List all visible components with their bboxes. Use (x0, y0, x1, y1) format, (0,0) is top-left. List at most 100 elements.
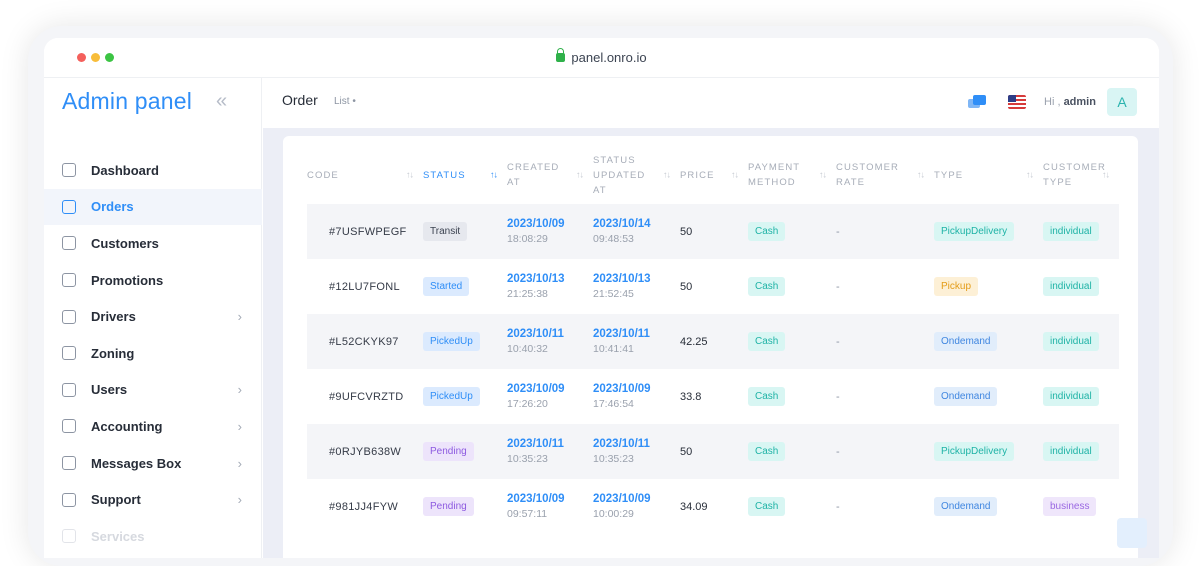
status-cell: Pending (423, 479, 507, 534)
customer-rate-cell: - (836, 390, 840, 403)
sidebar: Admin panel « Dashboard Orders Customers Pr… (44, 78, 262, 558)
sidebar-item-label: Promotions (91, 272, 164, 288)
help-button[interactable] (1117, 518, 1147, 548)
sort-icon[interactable]: ↑↓ (917, 168, 925, 183)
column-header-8[interactable]: CUSTOMER TYPE ↑↓ (1043, 146, 1119, 204)
sort-icon[interactable]: ↑↓ (406, 168, 414, 183)
table-row[interactable]: #L52CKYK97 PickedUp 2023/10/11 10:40:32 2023… (307, 314, 1119, 369)
page-title: Order (282, 92, 318, 108)
support-icon (62, 492, 76, 507)
status-updated-at-date: 2023/10/14 (593, 218, 651, 230)
column-header-2[interactable]: CREATED AT ↑↓ (507, 146, 593, 204)
sidebar-item-customers[interactable]: Customers (44, 225, 262, 262)
sidebar-item-support[interactable]: Support › (44, 481, 262, 518)
greeting-prefix: Hi , (1044, 96, 1061, 108)
order-code[interactable]: #981JJ4FYW (307, 479, 423, 534)
status-updated-at-date: 2023/10/11 (593, 438, 650, 450)
home-icon (62, 163, 76, 178)
status-updated-at-time: 10:41:41 (593, 343, 634, 355)
sidebar-item-users[interactable]: Users › (44, 372, 262, 409)
created-at-date: 2023/10/09 (507, 493, 565, 505)
sidebar-item-drivers[interactable]: Drivers › (44, 298, 262, 335)
created-at-date: 2023/10/13 (507, 273, 565, 285)
sidebar-item-orders[interactable]: Orders (44, 188, 262, 226)
sidebar-item-dashboard[interactable]: Dashboard (44, 152, 262, 189)
type-cell: Pickup (934, 259, 1043, 314)
sidebar-item-accounting[interactable]: Accounting › (44, 408, 262, 445)
status-badge: Transit (423, 222, 468, 241)
column-header-0[interactable]: CODE ↑↓ (307, 146, 423, 204)
users-icon (62, 382, 76, 397)
column-header-1[interactable]: STATUS ↑↓ (423, 146, 507, 204)
sort-icon[interactable]: ↑↓ (1026, 168, 1034, 183)
column-header-7[interactable]: TYPE ↑↓ (934, 146, 1043, 204)
type-badge: Ondemand (934, 332, 998, 351)
type-badge: PickupDelivery (934, 222, 1015, 241)
sort-icon[interactable]: ↑↓ (490, 168, 498, 183)
sort-icon[interactable]: ↑↓ (731, 168, 739, 183)
order-code[interactable]: #0RJYB638W (307, 424, 423, 479)
customer-type-badge: individual (1043, 332, 1099, 351)
table-row[interactable]: #12LU7FONL Started 2023/10/13 21:25:38 2023/… (307, 259, 1119, 314)
table-row[interactable]: #9UFCVRZTD PickedUp 2023/10/09 17:26:20 2023… (307, 369, 1119, 424)
customer-type-badge: individual (1043, 387, 1099, 406)
type-cell: Ondemand (934, 369, 1043, 424)
customer-rate-cell: - (836, 314, 934, 369)
status-updated-at-cell: 2023/10/11 10:41:41 (593, 314, 680, 369)
sort-icon[interactable]: ↑↓ (819, 168, 827, 183)
created-at-time: 18:08:29 (507, 233, 548, 245)
column-header-5[interactable]: PAYMENT METHOD ↑↓ (748, 146, 836, 204)
sidebar-item-label: Customers (91, 235, 159, 251)
price-cell: 50 (680, 424, 748, 479)
sidebar-item-zoning[interactable]: Zoning (44, 335, 262, 372)
sidebar-item-label: Orders (91, 199, 134, 215)
column-header-3[interactable]: STATUS UPDATED AT ↑↓ (593, 146, 680, 204)
sort-icon[interactable]: ↑↓ (1102, 168, 1110, 183)
table-row[interactable]: #7USFWPEGF Transit 2023/10/09 18:08:29 2023/… (307, 204, 1119, 259)
created-at-time: 17:26:20 (507, 398, 548, 410)
sort-icon[interactable]: ↑↓ (576, 168, 584, 183)
chat-icon[interactable] (968, 95, 986, 109)
type-badge: Ondemand (934, 387, 998, 406)
accounting-icon (62, 419, 76, 434)
status-cell: PickedUp (423, 314, 507, 369)
sidebar-item-services[interactable]: Services (44, 518, 262, 555)
customer-type-cell: individual (1043, 424, 1119, 479)
column-header-6[interactable]: CUSTOMER RATE ↑↓ (836, 146, 934, 204)
order-code[interactable]: #12LU7FONL (307, 259, 423, 314)
us-flag-icon[interactable] (1008, 95, 1026, 109)
created-at-time: 21:25:38 (507, 288, 548, 300)
order-code[interactable]: #7USFWPEGF (307, 204, 423, 259)
created-at-time: 09:57:11 (507, 508, 548, 520)
collapse-sidebar-icon[interactable]: « (216, 90, 227, 113)
created-at-date: 2023/10/11 (507, 438, 564, 450)
payment-method-badge: Cash (748, 387, 786, 406)
address-bar[interactable]: panel.onro.io (44, 48, 1159, 65)
view-selector[interactable]: List • (334, 96, 356, 107)
customer-type-cell: individual (1043, 314, 1119, 369)
sidebar-item-messages-box[interactable]: Messages Box › (44, 445, 262, 482)
browser-titlebar: panel.onro.io (44, 38, 1159, 78)
customer-type-badge: business (1043, 497, 1097, 516)
orders-card: CODE ↑↓ STATUS ↑↓ CREATED AT ↑↓ STATUS UPDATED AT… (283, 136, 1138, 558)
column-header-text: STATUS (593, 154, 636, 166)
customers-icon (62, 236, 76, 251)
created-at-date: 2023/10/09 (507, 218, 565, 230)
created-at-cell: 2023/10/09 18:08:29 (507, 204, 593, 259)
status-updated-at-time: 10:00:29 (593, 508, 634, 520)
payment-method-cell: Cash (748, 259, 836, 314)
services-icon (62, 529, 76, 544)
payment-method-badge: Cash (748, 442, 786, 461)
table-row[interactable]: #981JJ4FYW Pending 2023/10/09 09:57:11 2023/… (307, 479, 1119, 534)
column-header-4[interactable]: PRICE ↑↓ (680, 146, 748, 204)
sort-icon[interactable]: ↑↓ (663, 168, 671, 183)
avatar[interactable]: A (1107, 88, 1137, 116)
created-at-date: 2023/10/11 (507, 328, 564, 340)
table-row[interactable]: #0RJYB638W Pending 2023/10/11 10:35:23 2023/… (307, 424, 1119, 479)
created-at-cell: 2023/10/09 09:57:11 (507, 479, 593, 534)
sidebar-item-label: Accounting (91, 418, 163, 434)
order-code[interactable]: #L52CKYK97 (307, 314, 423, 369)
created-at-time: 10:40:32 (507, 343, 548, 355)
order-code[interactable]: #9UFCVRZTD (307, 369, 423, 424)
sidebar-item-promotions[interactable]: Promotions (44, 262, 262, 299)
